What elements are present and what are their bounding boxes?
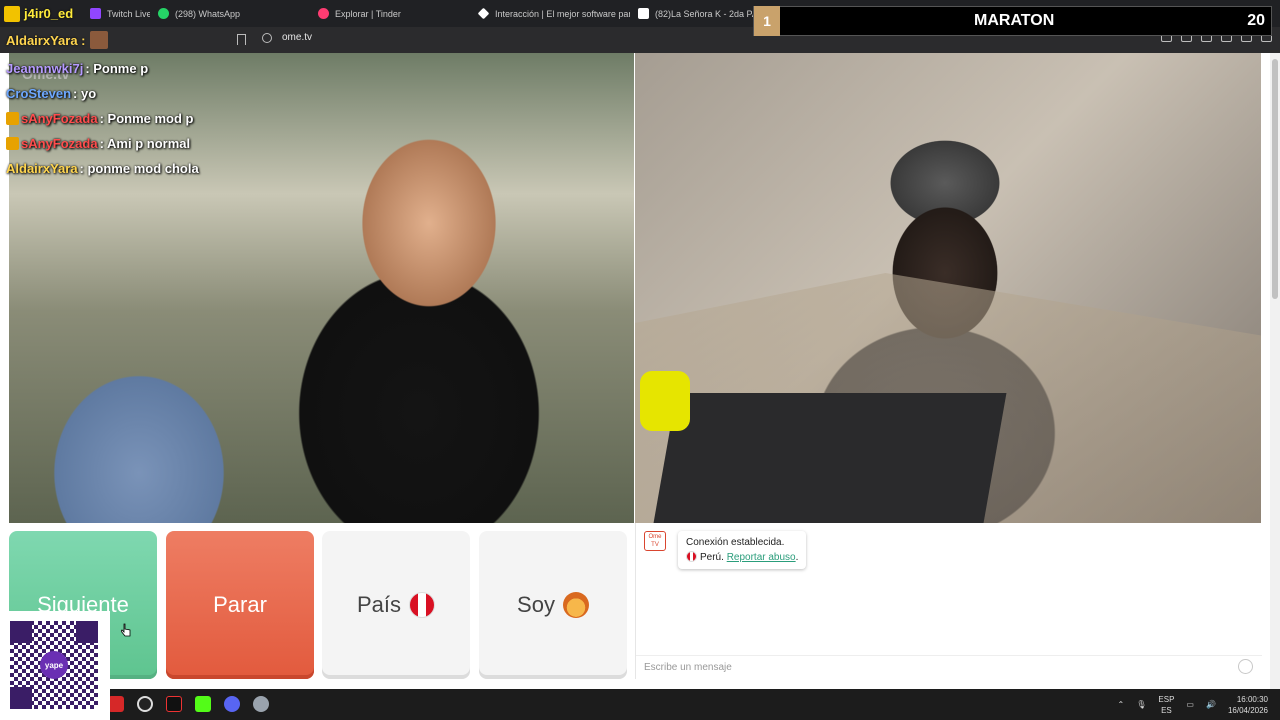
- chevron-up-icon[interactable]: ⌃: [1118, 700, 1125, 709]
- country-button[interactable]: País: [322, 531, 470, 679]
- chat-line: sAnyFozada : Ponme mod p: [6, 106, 266, 131]
- subscriber-badge-icon: [6, 112, 19, 125]
- browser-tab[interactable]: Interacción | El mejor software para: [470, 0, 630, 27]
- browser-tab[interactable]: (298) WhatsApp: [150, 0, 310, 27]
- partner-country: Perú.: [700, 552, 724, 563]
- chat-user: AldairxYara: [6, 161, 78, 176]
- streamer-tag: j4ir0_ed: [0, 0, 73, 27]
- browser-tab[interactable]: Explorar | Tinder: [310, 0, 470, 27]
- streamer-name: j4ir0_ed: [24, 6, 74, 21]
- partner-country-line: Perú. Reportar abuso.: [686, 550, 798, 565]
- chat-user: sAnyFozada: [21, 111, 98, 126]
- period: .: [795, 552, 799, 563]
- mouse-pointer-icon: [121, 623, 131, 637]
- stream-viewer-line: AldairxYara :: [6, 31, 108, 49]
- country-button-label: País: [356, 592, 402, 617]
- clock-time: 16:00:30: [1236, 694, 1268, 704]
- chat-text: : yo: [73, 86, 97, 101]
- whatsapp-icon: [158, 8, 169, 19]
- chat-line: sAnyFozada : Ami p normal: [6, 131, 266, 156]
- ometv-icon: Ome TV: [644, 531, 666, 551]
- taskbar-apps: [108, 696, 269, 712]
- stream-chat-overlay: Jeannnwki7j : Ponme p CroSteven : yo sAn…: [6, 56, 266, 181]
- stop-button[interactable]: Parar: [166, 531, 314, 679]
- self-video: [635, 53, 1261, 523]
- chat-line: CroSteven : yo: [6, 81, 266, 106]
- gender-button-label: Soy: [517, 592, 555, 617]
- chat-text: : Ponme p: [85, 61, 149, 76]
- network-icon[interactable]: ▭: [1186, 700, 1194, 709]
- viewer-name: AldairxYara :: [6, 32, 86, 48]
- report-abuse-link[interactable]: Reportar abuso: [727, 552, 796, 563]
- tab-label: Interacción | El mejor software para: [495, 8, 630, 19]
- volume-icon[interactable]: 🔊: [1206, 700, 1216, 709]
- qr-pattern: yape: [10, 621, 98, 709]
- chat-user: sAnyFozada: [21, 136, 98, 151]
- language-bottom: ES: [1161, 705, 1172, 715]
- clock[interactable]: 16:00:30 16/04/2026: [1228, 694, 1268, 716]
- page-scrollbar[interactable]: [1270, 53, 1280, 689]
- yellow-lamp: [640, 371, 690, 431]
- marathon-count: 20: [1247, 12, 1265, 29]
- tinder-icon: [318, 8, 329, 19]
- chat-line: Jeannnwki7j : Ponme p: [6, 56, 266, 81]
- bookmark-icon[interactable]: [237, 34, 246, 45]
- marathon-overlay: 1 MARATON 20: [753, 6, 1272, 36]
- system-message: Conexión establecida. Perú. Reportar abu…: [678, 531, 807, 569]
- peru-flag-icon: [686, 551, 697, 562]
- tab-label: (298) WhatsApp: [175, 8, 241, 19]
- viewer-thumbnail: [89, 31, 108, 49]
- scrollbar-thumb[interactable]: [1272, 59, 1278, 299]
- message-input[interactable]: Escribe un mensaje: [636, 655, 1262, 679]
- language-top: ESP: [1158, 694, 1175, 704]
- laptop: [653, 393, 1007, 523]
- marathon-rank: 1: [754, 6, 780, 36]
- tab-label: (82)La Señora K - 2da PA: [655, 8, 758, 19]
- diamond-icon: [477, 7, 490, 20]
- language-indicator[interactable]: ESP ES: [1158, 694, 1174, 716]
- microphone-icon[interactable]: 🎙: [1136, 700, 1146, 709]
- streamer-avatar: [4, 5, 20, 22]
- kick-icon[interactable]: [195, 696, 211, 712]
- woman-emoji-icon: [562, 592, 589, 618]
- subscriber-badge-icon: [6, 137, 19, 150]
- connection-status: Conexión establecida.: [686, 537, 785, 548]
- stop-button-label: Parar: [213, 592, 267, 617]
- marathon-title: MARATON: [974, 12, 1055, 29]
- tab-label: Twitch Live on K: [107, 8, 150, 19]
- url-text: ome.tv: [282, 32, 313, 43]
- yape-logo: yape: [40, 651, 68, 679]
- obs-icon[interactable]: [137, 696, 153, 712]
- gender-button[interactable]: Soy: [479, 531, 627, 679]
- tab-label: Explorar | Tinder: [335, 8, 401, 19]
- site-info-icon[interactable]: [262, 32, 272, 43]
- emoji-picker-icon[interactable]: [1238, 659, 1253, 674]
- chat-line: AldairxYara : ponme mod chola: [6, 156, 266, 181]
- app-icon-red[interactable]: [108, 696, 124, 712]
- chat-user: Jeannnwki7j: [6, 61, 84, 76]
- screen: Twitch Live on K (298) WhatsApp Explorar…: [0, 0, 1280, 720]
- chat-text: : Ponme mod p: [99, 111, 194, 126]
- peru-flag-icon: [409, 592, 436, 618]
- windows-taskbar: ⌃ 🎙 ESP ES ▭ 🔊 16:00:30 16/04/2026: [0, 689, 1280, 720]
- url-field[interactable]: ome.tv: [262, 32, 312, 43]
- chat-text: : ponme mod chola: [79, 161, 199, 176]
- yape-qr-code: yape: [0, 611, 110, 720]
- discord-icon[interactable]: [224, 696, 240, 712]
- tiktok-icon: [638, 8, 649, 19]
- capcut-icon[interactable]: [166, 696, 182, 712]
- chat-text: : Ami p normal: [99, 136, 191, 151]
- twitch-icon: [90, 8, 101, 19]
- settings-gear-icon[interactable]: [253, 696, 269, 712]
- chat-user: CroSteven: [6, 86, 72, 101]
- clock-date: 16/04/2026: [1227, 705, 1268, 715]
- text-chat-panel: Ome TV Conexión establecida. Perú. Repor…: [635, 523, 1262, 679]
- system-tray: ⌃ 🎙 ESP ES ▭ 🔊 16:00:30 16/04/2026: [1118, 689, 1268, 720]
